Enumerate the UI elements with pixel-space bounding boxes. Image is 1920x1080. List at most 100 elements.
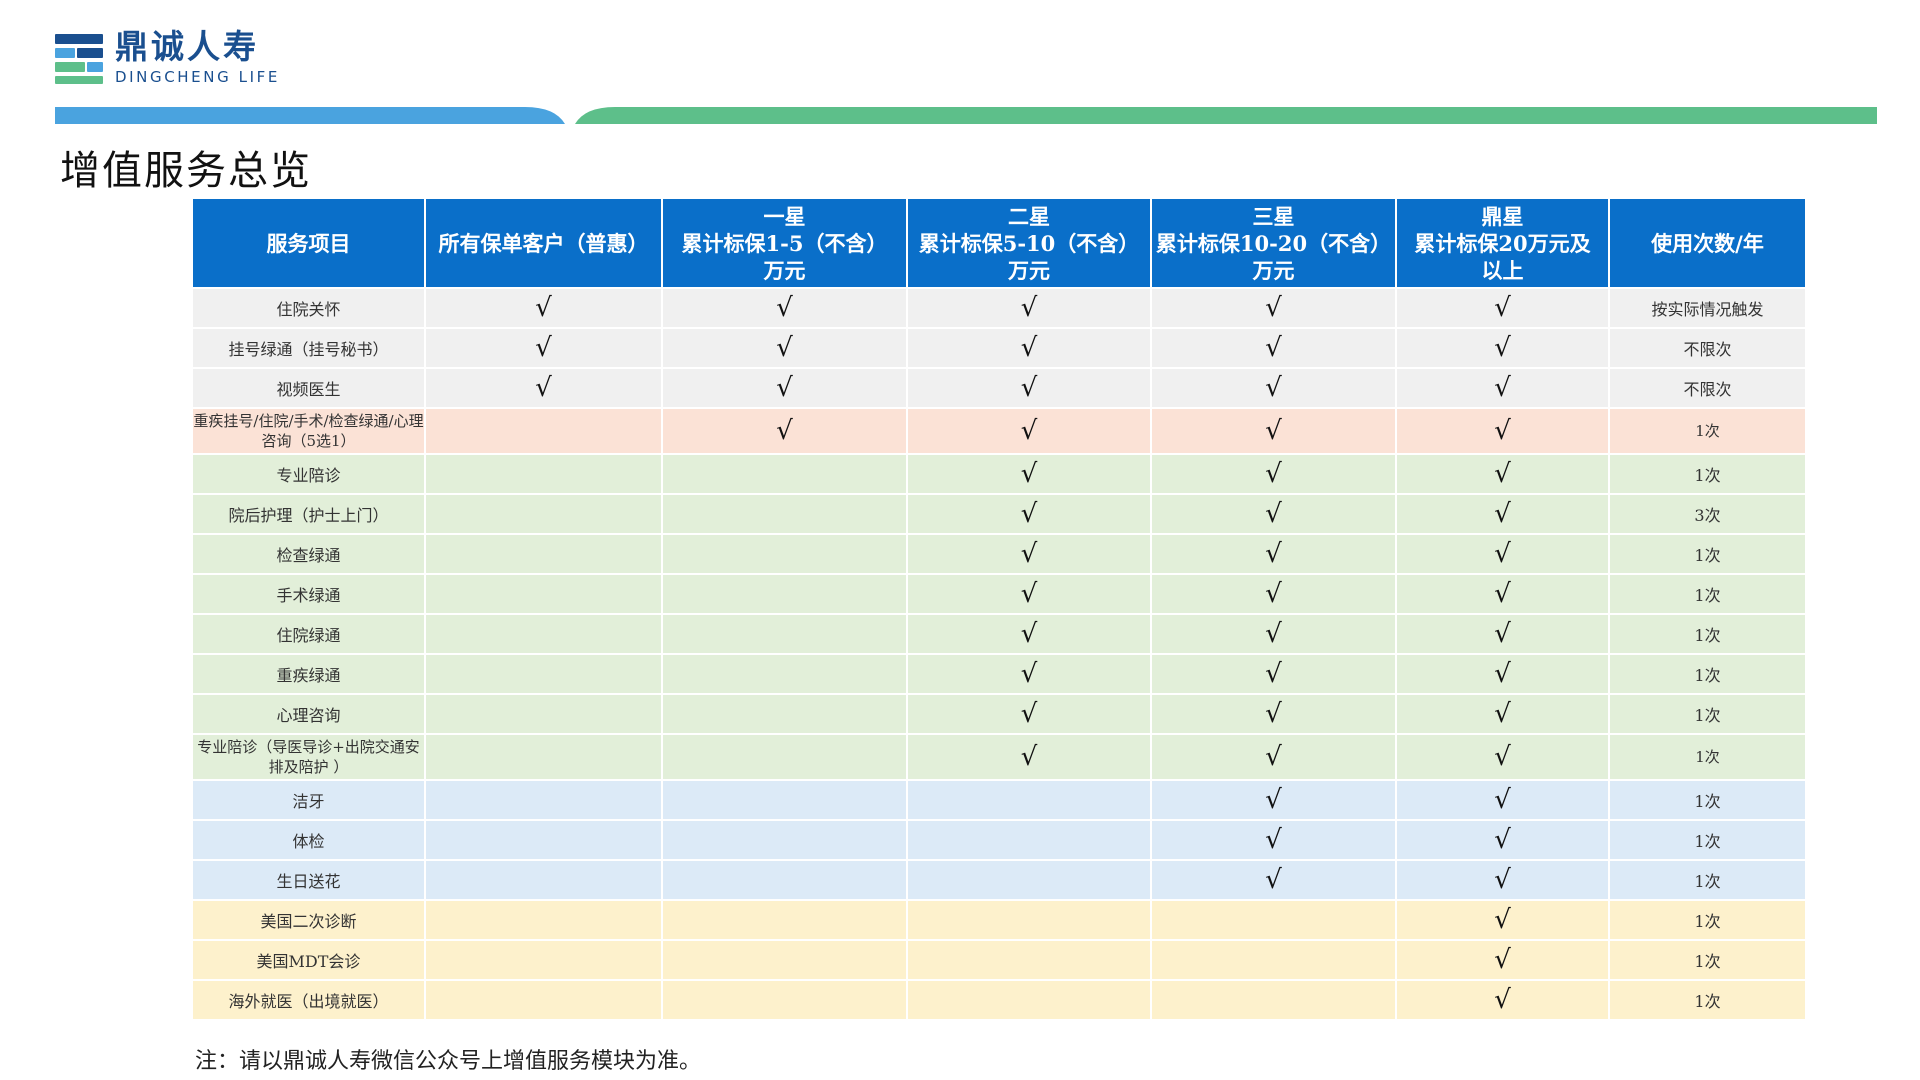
empty-cell xyxy=(424,733,663,781)
column-header-1: 所有保单客户（普惠） xyxy=(424,197,663,289)
usage-count-cell: 1次 xyxy=(1608,693,1807,735)
table-row: 海外就医（出境就医） √ 1次 xyxy=(191,979,1807,1021)
table-row: 检查绿通 √ √ √ 1次 xyxy=(191,533,1807,575)
column-header-line: 鼎星 xyxy=(1481,203,1524,229)
empty-cell xyxy=(661,493,908,535)
table-row: 生日送花 √ √ 1次 xyxy=(191,859,1807,901)
service-item-cell: 院后护理（护士上门） xyxy=(191,493,426,535)
usage-count-cell: 1次 xyxy=(1608,819,1807,861)
usage-count-cell: 1次 xyxy=(1608,453,1807,495)
header-divider-bar xyxy=(55,107,1877,124)
empty-cell xyxy=(424,859,663,901)
empty-cell xyxy=(424,779,663,821)
usage-count-cell: 1次 xyxy=(1608,407,1807,455)
check-mark-cell: √ xyxy=(1395,573,1610,615)
usage-count-cell: 1次 xyxy=(1608,733,1807,781)
service-item-cell: 挂号绿通（挂号秘书） xyxy=(191,327,426,369)
empty-cell xyxy=(661,779,908,821)
check-mark-cell: √ xyxy=(1150,287,1397,329)
check-mark-cell: √ xyxy=(906,733,1152,781)
column-header-0: 服务项目 xyxy=(191,197,426,289)
table-row: 重疾挂号/住院/手术/检查绿通/心理咨询（5选1） √ √ √ √ 1次 xyxy=(191,407,1807,455)
empty-cell xyxy=(906,939,1152,981)
column-header-line: 二星 xyxy=(1008,203,1050,229)
column-header-line: 以上 xyxy=(1481,257,1524,283)
column-header-line: 使用次数/年 xyxy=(1651,230,1764,256)
service-item-cell: 美国MDT会诊 xyxy=(191,939,426,981)
usage-count-cell: 1次 xyxy=(1608,573,1807,615)
check-mark-cell: √ xyxy=(906,653,1152,695)
empty-cell xyxy=(1150,939,1397,981)
column-header-line: 累计标保10-20（不含） xyxy=(1155,230,1392,256)
table-row: 住院绿通 √ √ √ 1次 xyxy=(191,613,1807,655)
column-header-3: 二星 累计标保5-10（不含） 万元 xyxy=(906,197,1152,289)
empty-cell xyxy=(424,979,663,1021)
service-item-cell: 生日送花 xyxy=(191,859,426,901)
check-mark-cell: √ xyxy=(1395,779,1610,821)
table-header-row: 服务项目 所有保单客户（普惠） 一星 累计标保1-5（不含） 万元 二星 累计标保5-10（… xyxy=(191,197,1807,289)
empty-cell xyxy=(661,939,908,981)
column-header-4: 三星 累计标保10-20（不含） 万元 xyxy=(1150,197,1397,289)
check-mark-cell: √ xyxy=(1395,979,1610,1021)
column-header-line: 万元 xyxy=(763,257,806,283)
check-mark-cell: √ xyxy=(1150,367,1397,409)
service-item-cell: 洁牙 xyxy=(191,779,426,821)
check-mark-cell: √ xyxy=(1395,327,1610,369)
empty-cell xyxy=(424,453,663,495)
service-item-cell: 视频医生 xyxy=(191,367,426,409)
service-item-cell: 专业陪诊 xyxy=(191,453,426,495)
check-mark-cell: √ xyxy=(906,493,1152,535)
column-header-line: 所有保单客户（普惠） xyxy=(438,230,649,256)
empty-cell xyxy=(424,493,663,535)
service-item-cell: 检查绿通 xyxy=(191,533,426,575)
usage-count-cell: 1次 xyxy=(1608,899,1807,941)
check-mark-cell: √ xyxy=(1395,533,1610,575)
check-mark-cell: √ xyxy=(1395,693,1610,735)
table-row: 重疾绿通 √ √ √ 1次 xyxy=(191,653,1807,695)
empty-cell xyxy=(906,979,1152,1021)
check-mark-cell: √ xyxy=(1150,573,1397,615)
empty-cell xyxy=(661,453,908,495)
check-mark-cell: √ xyxy=(906,367,1152,409)
table-row: 住院关怀 √ √ √ √ √ 按实际情况触发 xyxy=(191,287,1807,329)
usage-count-cell: 1次 xyxy=(1608,939,1807,981)
table-row: 视频医生 √ √ √ √ √ 不限次 xyxy=(191,367,1807,409)
check-mark-cell: √ xyxy=(1395,613,1610,655)
check-mark-cell: √ xyxy=(906,693,1152,735)
empty-cell xyxy=(906,899,1152,941)
check-mark-cell: √ xyxy=(1150,779,1397,821)
check-mark-cell: √ xyxy=(1150,327,1397,369)
check-mark-cell: √ xyxy=(1150,533,1397,575)
check-mark-cell: √ xyxy=(906,533,1152,575)
check-mark-cell: √ xyxy=(1395,939,1610,981)
check-mark-cell: √ xyxy=(1150,613,1397,655)
check-mark-cell: √ xyxy=(1395,859,1610,901)
column-header-2: 一星 累计标保1-5（不含） 万元 xyxy=(661,197,908,289)
check-mark-cell: √ xyxy=(661,367,908,409)
check-mark-cell: √ xyxy=(1150,693,1397,735)
check-mark-cell: √ xyxy=(906,287,1152,329)
empty-cell xyxy=(1150,979,1397,1021)
empty-cell xyxy=(424,573,663,615)
empty-cell xyxy=(661,693,908,735)
column-header-5: 鼎星 累计标保20万元及 以上 xyxy=(1395,197,1610,289)
service-item-cell: 心理咨询 xyxy=(191,693,426,735)
usage-count-cell: 1次 xyxy=(1608,613,1807,655)
empty-cell xyxy=(661,653,908,695)
empty-cell xyxy=(424,407,663,455)
check-mark-cell: √ xyxy=(906,573,1152,615)
table-row: 专业陪诊（导医导诊+出院交通安排及陪护 ） √ √ √ 1次 xyxy=(191,733,1807,781)
table-row: 手术绿通 √ √ √ 1次 xyxy=(191,573,1807,615)
table-row: 洁牙 √ √ 1次 xyxy=(191,779,1807,821)
service-item-cell: 住院关怀 xyxy=(191,287,426,329)
check-mark-cell: √ xyxy=(661,287,908,329)
check-mark-cell: √ xyxy=(1395,453,1610,495)
service-item-cell: 重疾绿通 xyxy=(191,653,426,695)
service-item-cell: 海外就医（出境就医） xyxy=(191,979,426,1021)
column-header-line: 万元 xyxy=(1252,257,1295,283)
table-row: 挂号绿通（挂号秘书） √ √ √ √ √ 不限次 xyxy=(191,327,1807,369)
usage-count-cell: 不限次 xyxy=(1608,367,1807,409)
check-mark-cell: √ xyxy=(1395,407,1610,455)
empty-cell xyxy=(424,613,663,655)
empty-cell xyxy=(424,653,663,695)
